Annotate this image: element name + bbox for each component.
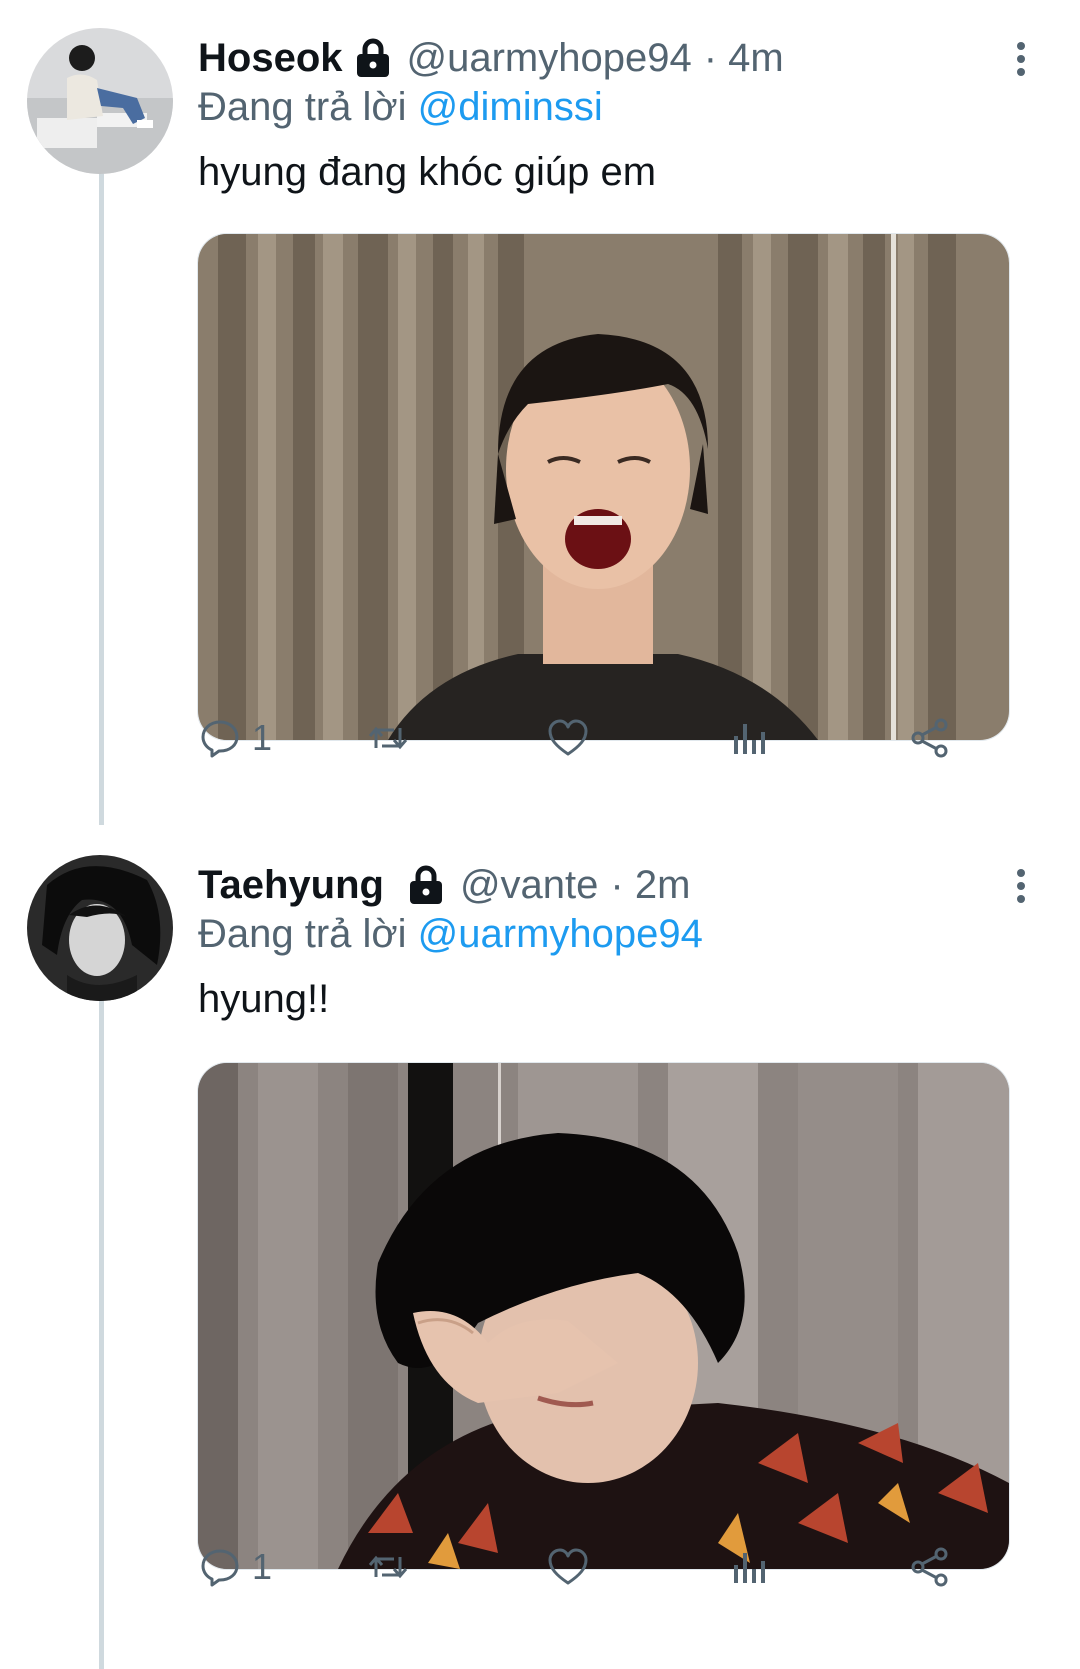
reply-count: 1 [252,1546,273,1587]
more-vertical-icon[interactable] [1006,865,1036,905]
tweet-1[interactable]: Hoseok @uarmyhope94 · 4m Đang trả lời @d… [0,28,1080,828]
timestamp[interactable]: · 4m [704,36,784,81]
tweet-actions: 1 [198,713,1018,763]
reply-icon [201,1549,239,1587]
lock-icon [353,37,393,79]
heart-icon [548,719,588,756]
share-button[interactable] [908,713,952,763]
more-vertical-icon[interactable] [1006,38,1036,78]
retweet-button[interactable] [366,713,410,763]
tweet-media[interactable] [197,233,1010,741]
heart-icon [548,1548,588,1585]
share-icon [911,718,948,758]
mention-link[interactable]: @diminssi [418,85,603,129]
mention-link[interactable]: @uarmyhope94 [418,912,703,956]
tweet-text: hyung đang khóc giúp em [198,150,657,194]
lock-icon [406,864,446,906]
replying-prefix: Đang trả lời [198,85,418,129]
analytics-button[interactable] [728,1542,772,1592]
retweet-icon [368,1555,408,1579]
tweet-2[interactable]: Taehyung @vante · 2m Đang trả lời @uarmy… [0,855,1080,1655]
retweet-button[interactable] [366,1542,410,1592]
share-icon [911,1547,948,1587]
avatar[interactable] [27,28,173,174]
like-button[interactable] [546,1542,590,1592]
tweet-header: Taehyung @vante · 2m [198,855,690,915]
handle[interactable]: @uarmyhope94 [407,36,692,81]
display-name[interactable]: Taehyung [198,863,384,908]
replying-to: Đang trả lời @diminssi [198,85,603,130]
analytics-icon [734,1553,765,1583]
reply-button[interactable]: 1 [198,713,272,763]
display-name[interactable]: Hoseok [198,36,343,81]
reply-button[interactable]: 1 [198,1542,272,1592]
reply-icon [201,720,239,758]
tweet-media[interactable] [197,1062,1010,1570]
tweet-header: Hoseok @uarmyhope94 · 4m [198,28,784,88]
analytics-icon [734,724,765,754]
reply-count: 1 [252,717,273,758]
avatar[interactable] [27,855,173,1001]
tweet-text: hyung!! [198,977,330,1021]
timestamp[interactable]: · 2m [610,863,690,908]
analytics-button[interactable] [728,713,772,763]
like-button[interactable] [546,713,590,763]
retweet-icon [368,726,408,750]
handle[interactable]: @vante [460,863,598,908]
share-button[interactable] [908,1542,952,1592]
replying-prefix: Đang trả lời [198,912,418,956]
replying-to: Đang trả lời @uarmyhope94 [198,912,703,957]
tweet-actions: 1 [198,1542,1018,1592]
